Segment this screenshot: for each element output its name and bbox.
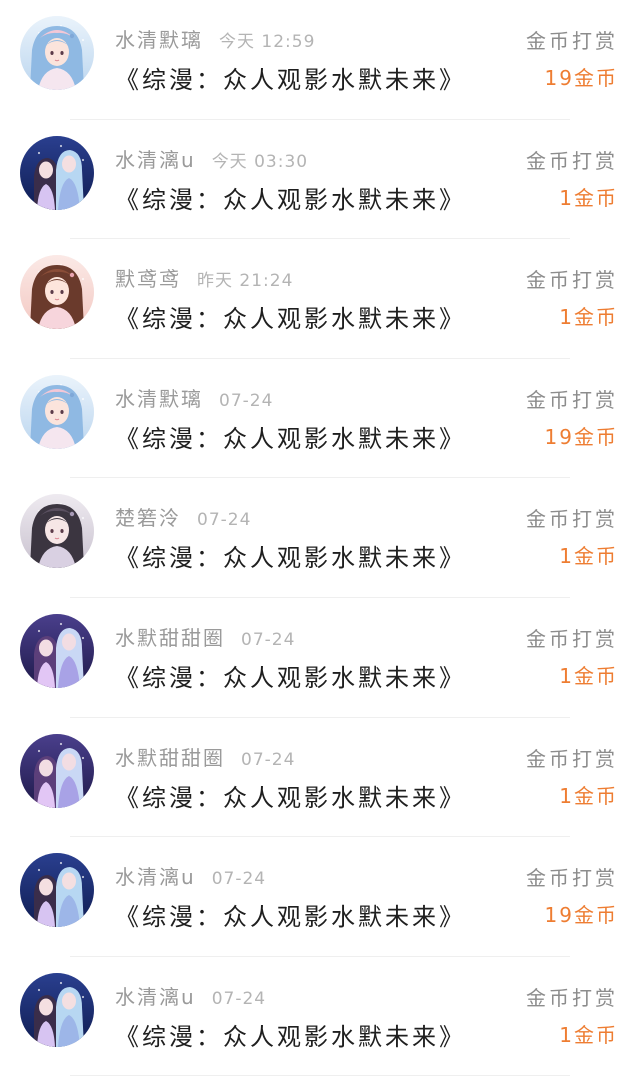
user-name[interactable]: 水默甜甜圈 xyxy=(115,742,225,771)
reward-type-label: 金币打赏 xyxy=(526,387,618,412)
reward-time: 今天 03:30 xyxy=(211,151,309,172)
avatar[interactable] xyxy=(20,135,94,210)
reward-meta: 水清漓u 07-24 xyxy=(115,861,266,891)
book-title[interactable]: 《综漫：众人观影水默未来》 xyxy=(115,897,466,932)
reward-meta: 默鸢鸢 昨天 21:24 xyxy=(115,263,293,293)
reward-list: 水清默璃 今天 12:59 《综漫：众人观影水默未来》 金币打赏 19金币 水清… xyxy=(0,0,640,1076)
avatar-couple-purple-icon xyxy=(20,613,94,688)
reward-type-label: 金币打赏 xyxy=(526,148,618,173)
book-title[interactable]: 《综漫：众人观影水默未来》 xyxy=(115,60,466,95)
user-name[interactable]: 水清漓u xyxy=(115,981,196,1010)
avatar-couple-blue-icon xyxy=(20,853,94,928)
reward-type-label: 金币打赏 xyxy=(526,29,618,53)
user-name[interactable]: 水默甜甜圈 xyxy=(115,622,225,651)
reward-time: 07-24 xyxy=(197,510,252,531)
reward-time: 昨天 21:24 xyxy=(197,271,294,292)
reward-meta: 水默甜甜圈 07-24 xyxy=(115,742,295,772)
book-title[interactable]: 《综漫：众人观影水默未来》 xyxy=(115,1017,466,1052)
avatar[interactable] xyxy=(20,494,94,569)
reward-list-item[interactable]: 水清默璃 07-24 《综漫：众人观影水默未来》 金币打赏 19金币 xyxy=(0,359,640,479)
avatar-girl-grey-icon xyxy=(20,494,94,569)
book-title[interactable]: 《综漫：众人观影水默未来》 xyxy=(115,658,466,693)
reward-time: 今天 12:59 xyxy=(219,32,316,52)
reward-time: 07-24 xyxy=(219,390,274,411)
reward-amount: 1金币 xyxy=(559,783,618,808)
reward-amount: 19金币 xyxy=(544,66,618,90)
reward-list-item[interactable]: 水清漓u 07-24 《综漫：众人观影水默未来》 金币打赏 19金币 xyxy=(0,837,640,957)
reward-meta: 水默甜甜圈 07-24 xyxy=(115,622,295,652)
book-title[interactable]: 《综漫：众人观影水默未来》 xyxy=(115,538,466,573)
avatar[interactable] xyxy=(20,733,94,808)
reward-type-label: 金币打赏 xyxy=(526,507,618,532)
reward-amount: 1金币 xyxy=(559,185,618,210)
reward-amount: 1金币 xyxy=(559,544,618,569)
reward-meta: 水清漓u 今天 03:30 xyxy=(115,144,308,174)
reward-type-label: 金币打赏 xyxy=(526,626,618,651)
reward-list-item[interactable]: 水清默璃 今天 12:59 《综漫：众人观影水默未来》 金币打赏 19金币 xyxy=(0,0,640,120)
reward-amount: 1金币 xyxy=(559,1022,618,1047)
avatar-couple-blue-icon xyxy=(20,972,94,1047)
reward-list-item[interactable]: 水默甜甜圈 07-24 《综漫：众人观影水默未来》 金币打赏 1金币 xyxy=(0,598,640,718)
reward-list-item[interactable]: 水默甜甜圈 07-24 《综漫：众人观影水默未来》 金币打赏 1金币 xyxy=(0,718,640,838)
avatar[interactable] xyxy=(20,853,94,928)
reward-type-label: 金币打赏 xyxy=(526,985,618,1010)
book-title[interactable]: 《综漫：众人观影水默未来》 xyxy=(115,419,466,454)
reward-list-item[interactable]: 水清漓u 今天 03:30 《综漫：众人观影水默未来》 金币打赏 1金币 xyxy=(0,120,640,240)
book-title[interactable]: 《综漫：众人观影水默未来》 xyxy=(115,180,466,215)
reward-time: 07-24 xyxy=(211,988,267,1009)
reward-list-item[interactable]: 楚箬泠 07-24 《综漫：众人观影水默未来》 金币打赏 1金币 xyxy=(0,478,640,598)
reward-meta: 水清默璃 今天 12:59 xyxy=(115,24,315,54)
avatar-girl-pink-icon xyxy=(20,374,94,449)
avatar-couple-purple-icon xyxy=(20,733,94,808)
reward-meta: 水清默璃 07-24 xyxy=(115,383,273,413)
avatar-girl-pink-icon xyxy=(20,16,94,90)
user-name[interactable]: 水清漓u xyxy=(115,861,196,890)
avatar[interactable] xyxy=(20,374,94,449)
avatar[interactable] xyxy=(20,255,94,330)
reward-time: 07-24 xyxy=(241,629,296,650)
user-name[interactable]: 水清默璃 xyxy=(115,24,203,53)
avatar[interactable] xyxy=(20,613,94,688)
user-name[interactable]: 默鸢鸢 xyxy=(115,263,181,292)
reward-type-label: 金币打赏 xyxy=(526,746,618,771)
reward-time: 07-24 xyxy=(241,749,296,770)
reward-type-label: 金币打赏 xyxy=(526,866,618,891)
avatar[interactable] xyxy=(20,16,94,90)
book-title[interactable]: 《综漫：众人观影水默未来》 xyxy=(115,299,466,334)
avatar[interactable] xyxy=(20,972,94,1047)
user-name[interactable]: 水清默璃 xyxy=(115,383,203,412)
reward-list-item[interactable]: 默鸢鸢 昨天 21:24 《综漫：众人观影水默未来》 金币打赏 1金币 xyxy=(0,239,640,359)
user-name[interactable]: 水清漓u xyxy=(115,144,196,173)
book-title[interactable]: 《综漫：众人观影水默未来》 xyxy=(115,778,466,813)
user-name[interactable]: 楚箬泠 xyxy=(115,502,181,531)
reward-amount: 1金币 xyxy=(559,663,618,688)
reward-amount: 19金币 xyxy=(544,903,618,928)
reward-meta: 楚箬泠 07-24 xyxy=(115,502,251,532)
reward-list-item[interactable]: 水清漓u 07-24 《综漫：众人观影水默未来》 金币打赏 1金币 xyxy=(0,957,640,1076)
avatar-couple-blue-icon xyxy=(20,135,94,210)
reward-time: 07-24 xyxy=(211,869,267,890)
avatar-girl-peach-icon xyxy=(20,255,94,330)
reward-type-label: 金币打赏 xyxy=(526,268,618,293)
reward-amount: 1金币 xyxy=(559,305,618,330)
reward-amount: 19金币 xyxy=(544,424,618,449)
reward-meta: 水清漓u 07-24 xyxy=(115,981,266,1011)
